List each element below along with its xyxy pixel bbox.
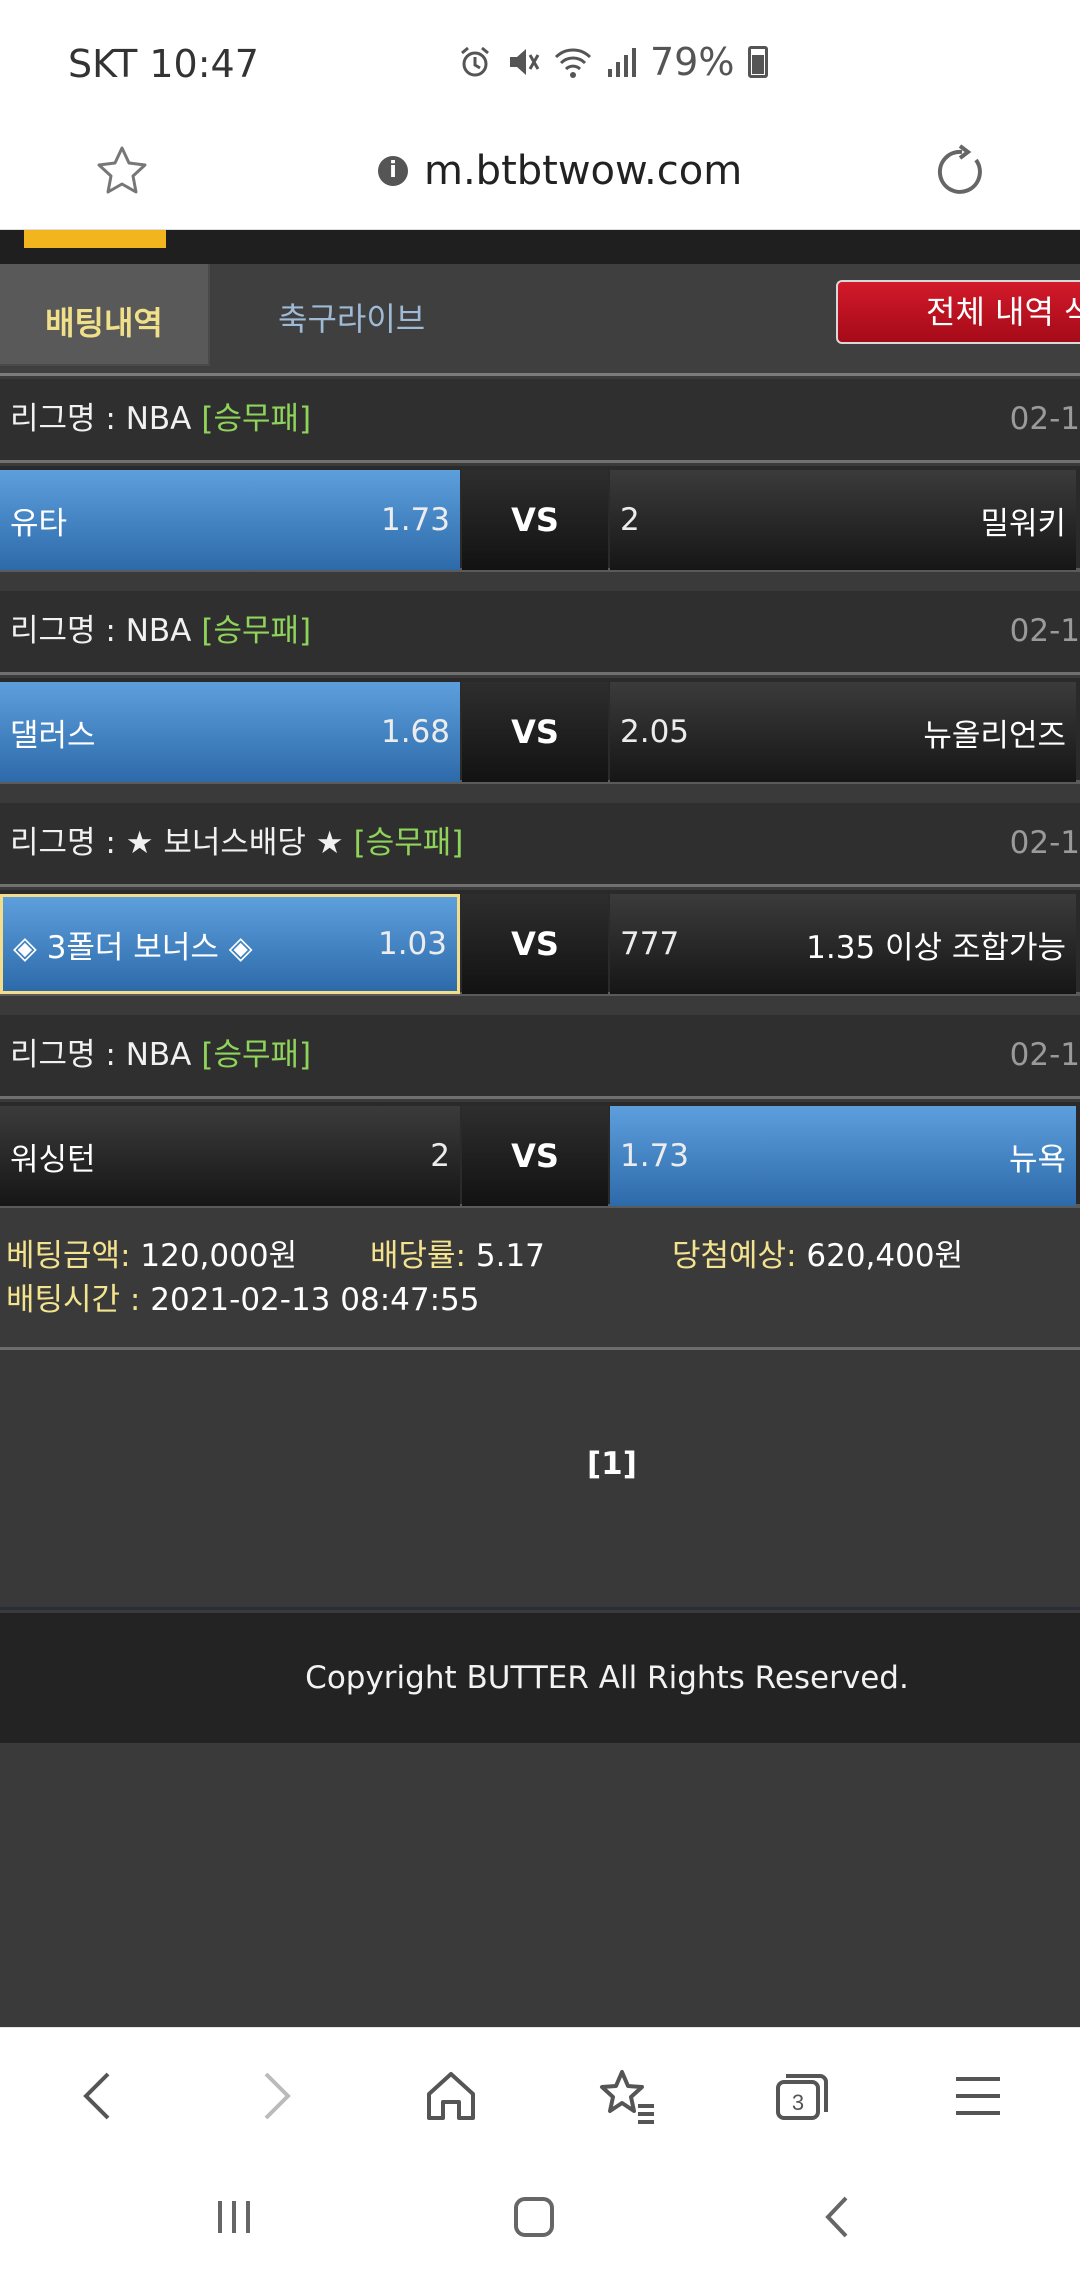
- away-team: 1.35 이상 조합가능: [806, 929, 1066, 966]
- site-logo: [24, 230, 166, 248]
- carrier-time: SKT 10:47: [68, 42, 259, 86]
- away-team: 뉴욕: [1008, 1141, 1066, 1178]
- bet-date: 02-1: [1009, 401, 1080, 437]
- system-back-icon[interactable]: [806, 2185, 870, 2249]
- forward-icon[interactable]: [240, 2060, 312, 2132]
- expected-win-value: 620,400원: [806, 1238, 964, 1274]
- match-row: 워싱턴 2 VS 1.73 뉴욕: [0, 1102, 1080, 1208]
- url-field[interactable]: i m.btbtwow.com: [378, 148, 742, 194]
- odds-rate: 배당률: 5.17: [370, 1230, 545, 1275]
- match-row: 댈러스 1.68 VS 2.05 뉴올리언즈: [0, 678, 1080, 784]
- vs-label: VS: [462, 894, 608, 994]
- league-name: 리그명 : NBA: [10, 401, 192, 437]
- tabs-count: 3: [792, 2090, 804, 2115]
- bet-amount-value: 120,000원: [140, 1238, 298, 1274]
- home-team-cell[interactable]: 워싱턴 2: [0, 1106, 460, 1206]
- status-bar: SKT 10:47 79%: [0, 0, 1080, 126]
- home-icon[interactable]: [415, 2060, 487, 2132]
- bet-date: 02-1: [1009, 613, 1080, 649]
- expected-win-label: 당첨예상:: [672, 1238, 797, 1274]
- menu-icon[interactable]: [942, 2060, 1014, 2132]
- footer-copyright: Copyright BUTTER All Rights Reserved.: [0, 1613, 1080, 1743]
- home-odds: 2: [430, 1138, 450, 1174]
- signal-icon: [608, 48, 636, 77]
- league-name: 리그명 : NBA: [10, 1037, 192, 1073]
- odds-rate-value: 5.17: [475, 1238, 545, 1274]
- reload-icon[interactable]: [930, 142, 990, 206]
- page-link-1[interactable]: [1]: [587, 1446, 637, 1482]
- draw-odds: 777: [620, 926, 680, 962]
- tab-bar: 배팅내역 축구라이브 전체 내역 삭: [0, 264, 1080, 376]
- bet-type-tag: [승무패]: [201, 401, 312, 437]
- back-icon[interactable]: [62, 2060, 134, 2132]
- home-odds: 1.03: [377, 926, 447, 962]
- bet-amount-label: 베팅금액:: [6, 1238, 131, 1274]
- match-row: ◈ 3폴더 보너스 ◈ 1.03 VS 777 1.35 이상 조합가능: [0, 890, 1080, 996]
- alarm-icon: [461, 46, 489, 77]
- league-row: 리그명 : ★ 보너스배당 ★ [승무패] 02-1: [0, 803, 1080, 887]
- bet-amount: 베팅금액: 120,000원: [6, 1230, 297, 1275]
- mute-icon: [510, 49, 540, 75]
- info-icon[interactable]: i: [378, 156, 408, 186]
- recents-icon[interactable]: [202, 2185, 266, 2249]
- bet-date: 02-1: [1009, 825, 1080, 861]
- bet-time: 배팅시간 : 2021-02-13 08:47:55: [6, 1274, 480, 1319]
- bet-type-tag: [승무패]: [201, 613, 312, 649]
- pagination: [1]: [0, 1350, 1080, 1610]
- away-team: 뉴올리언즈: [923, 717, 1066, 754]
- wifi-icon: [554, 48, 592, 78]
- draw-odds: 1.73: [620, 1138, 690, 1174]
- home-odds: 1.73: [380, 502, 450, 538]
- vs-label: VS: [462, 1106, 608, 1206]
- league-name: 리그명 : ★ 보너스배당 ★: [10, 825, 344, 861]
- away-team: 밀워키: [980, 505, 1066, 542]
- bet-summary: 베팅금액: 120,000원 배당률: 5.17 당첨예상: 620,400원 …: [0, 1218, 1080, 1350]
- home-button-icon[interactable]: [502, 2185, 566, 2249]
- away-team-cell[interactable]: 2.05 뉴올리언즈: [610, 682, 1076, 782]
- delete-all-button[interactable]: 전체 내역 삭: [836, 280, 1080, 344]
- bookmark-star-icon[interactable]: [92, 142, 152, 206]
- tab-soccer-live[interactable]: 축구라이브: [278, 294, 425, 340]
- league-row: 리그명 : NBA [승무패] 02-1: [0, 1015, 1080, 1099]
- bookmarks-icon[interactable]: [590, 2060, 662, 2132]
- bet-type-tag: [승무패]: [201, 1037, 312, 1073]
- battery-percent: 79%: [650, 40, 735, 84]
- expected-win: 당첨예상: 620,400원: [672, 1230, 963, 1275]
- league-row: 리그명 : NBA [승무패] 02-1: [0, 379, 1080, 463]
- home-team: ◈ 3폴더 보너스 ◈: [13, 929, 253, 966]
- league-name: 리그명 : NBA: [10, 613, 192, 649]
- vs-label: VS: [462, 470, 608, 570]
- status-icons: 79%: [458, 40, 769, 84]
- home-team: 유타: [10, 505, 68, 542]
- home-team-cell[interactable]: 유타 1.73: [0, 470, 460, 570]
- page-content: 배팅내역 축구라이브 전체 내역 삭 리그명 : NBA [승무패] 02-1 유…: [0, 230, 1080, 2027]
- browser-toolbar: 3: [0, 2027, 1080, 2157]
- home-odds: 1.68: [380, 714, 450, 750]
- league-row: 리그명 : NBA [승무패] 02-1: [0, 591, 1080, 675]
- tab-betting-history[interactable]: 배팅내역: [0, 264, 210, 366]
- bet-time-label: 배팅시간 :: [6, 1282, 141, 1318]
- url-text: m.btbtwow.com: [424, 148, 743, 194]
- battery-icon: [748, 46, 769, 78]
- bet-type-tag: [승무패]: [353, 825, 464, 861]
- home-team: 댈러스: [10, 717, 96, 754]
- vs-label: VS: [462, 682, 608, 782]
- system-navigation-bar: [0, 2157, 1080, 2280]
- site-header-strip: [0, 230, 1080, 264]
- away-team-cell[interactable]: 1.73 뉴욕: [610, 1106, 1076, 1206]
- odds-rate-label: 배당률:: [370, 1238, 467, 1274]
- home-team-cell[interactable]: ◈ 3폴더 보너스 ◈ 1.03: [0, 894, 460, 994]
- home-team: 워싱턴: [10, 1141, 96, 1178]
- away-team-cell[interactable]: 2 밀워키: [610, 470, 1076, 570]
- draw-odds: 2.05: [620, 714, 690, 750]
- draw-odds: 2: [620, 502, 640, 538]
- address-bar: i m.btbtwow.com: [0, 126, 1080, 230]
- bet-time-value: 2021-02-13 08:47:55: [150, 1282, 480, 1318]
- match-row: 유타 1.73 VS 2 밀워키: [0, 466, 1080, 572]
- home-team-cell[interactable]: 댈러스 1.68: [0, 682, 460, 782]
- away-team-cell[interactable]: 777 1.35 이상 조합가능: [610, 894, 1076, 994]
- tabs-icon[interactable]: 3: [766, 2060, 838, 2132]
- bet-date: 02-1: [1009, 1037, 1080, 1073]
